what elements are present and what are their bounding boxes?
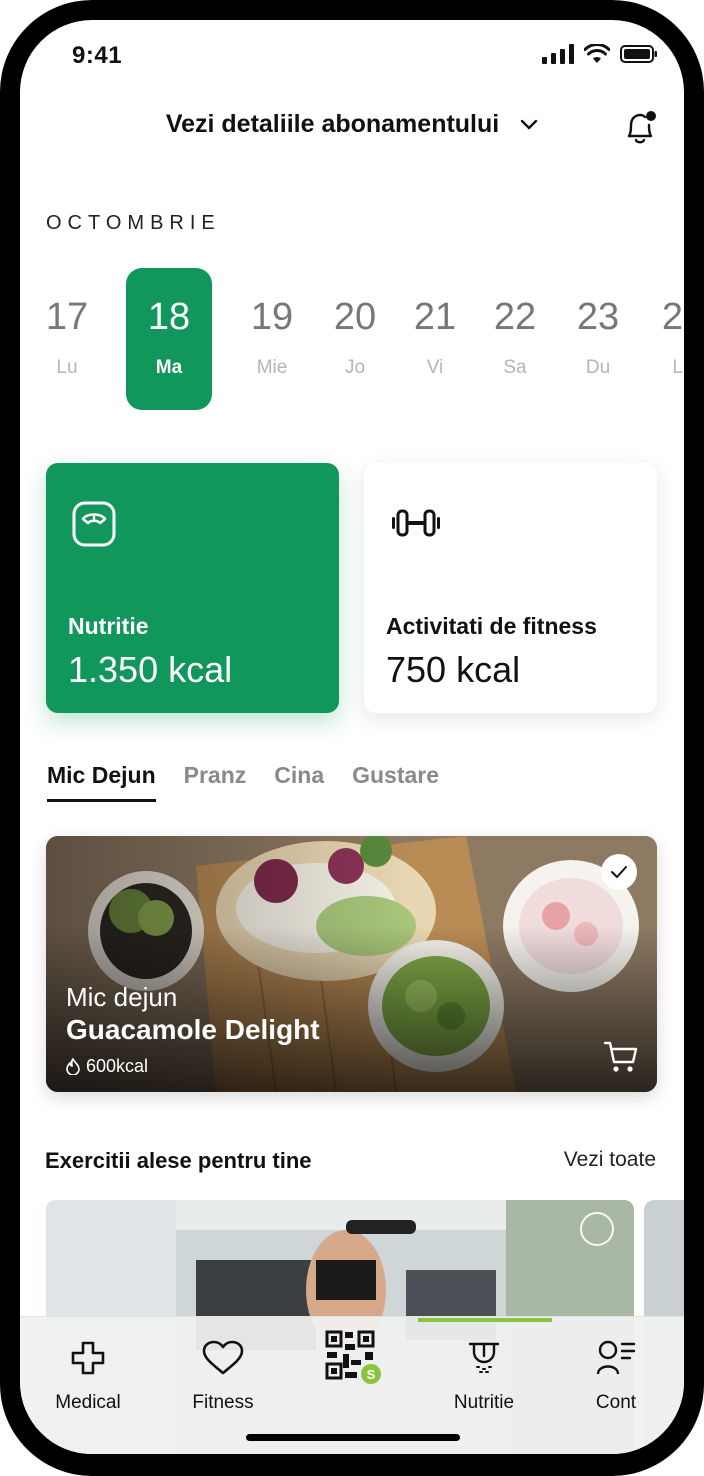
day-number: 19	[250, 296, 294, 338]
day-label: Sa	[503, 357, 527, 378]
day-label: Lu	[672, 357, 684, 378]
day-label: Du	[585, 357, 611, 378]
day-number: 20	[333, 296, 377, 338]
fitness-kcal: 750 kcal	[386, 649, 521, 690]
nav-cont[interactable]: Cont	[556, 1338, 676, 1414]
day-number: 18	[147, 296, 191, 338]
status-icons	[542, 44, 658, 64]
scale-icon	[72, 501, 116, 547]
home-indicator[interactable]	[246, 1434, 460, 1441]
medical-cross-icon	[71, 1341, 105, 1375]
day-label: Jo	[344, 357, 366, 378]
day-22[interactable]: 22 Sa	[472, 268, 558, 410]
header-title: Vezi detaliile abonamentului	[165, 110, 500, 138]
meal-calories: 600kcal	[66, 1056, 148, 1077]
app-screen: 9:41 Vezi detaliile abonamentului OCTOMB…	[20, 20, 684, 1454]
day-23[interactable]: 23 Du	[555, 268, 641, 410]
meal-done-checkmark[interactable]	[601, 854, 637, 890]
shopping-cart-icon[interactable]	[603, 1040, 639, 1074]
chevron-down-icon	[520, 120, 538, 130]
meal-photo	[46, 836, 657, 1092]
day-20[interactable]: 20 Jo	[312, 268, 398, 410]
day-18-selected[interactable]: 18 Ma	[126, 268, 212, 410]
day-number: 22	[493, 296, 537, 338]
nav-label: Cont	[595, 1392, 637, 1413]
notification-bell-icon[interactable]	[622, 108, 658, 146]
meal-subtitle: Mic dejun	[66, 982, 178, 1012]
nav-label: Medical	[55, 1392, 121, 1413]
account-icon	[596, 1340, 636, 1375]
day-24[interactable]: 24 Lu	[640, 268, 684, 410]
nav-qr-scan[interactable]: S	[292, 1330, 412, 1384]
tab-mic-dejun[interactable]: Mic Dejun	[47, 762, 156, 802]
tab-pranz[interactable]: Pranz	[184, 762, 247, 802]
meal-tabs: Mic Dejun Pranz Cina Gustare	[47, 762, 439, 802]
tab-cina[interactable]: Cina	[274, 762, 324, 802]
wifi-icon	[584, 44, 610, 63]
nav-fitness[interactable]: Fitness	[163, 1338, 283, 1414]
food-dome-icon	[468, 1342, 500, 1373]
exercises-heading: Exercitii alese pentru tine	[45, 1148, 312, 1173]
meal-title: Guacamole Delight	[66, 1014, 320, 1045]
day-19[interactable]: 19 Mie	[229, 268, 315, 410]
nav-label: Fitness	[192, 1392, 254, 1413]
nutrition-summary-card[interactable]: Nutritie 1.350 kcal	[46, 463, 339, 713]
dumbbell-icon	[392, 509, 440, 537]
day-number: 23	[576, 296, 620, 338]
heart-icon	[202, 1340, 244, 1375]
day-number: 21	[413, 296, 457, 338]
nav-medical[interactable]: Medical	[28, 1338, 148, 1414]
qr-code-icon: S	[325, 1330, 381, 1384]
day-number: 17	[45, 296, 89, 338]
meal-card[interactable]: Mic dejun Guacamole Delight 600kcal	[46, 836, 657, 1092]
fitness-title: Activitati de fitness	[386, 613, 597, 639]
tab-gustare[interactable]: Gustare	[352, 762, 439, 802]
status-time: 9:41	[72, 42, 123, 69]
exercise-select-circle[interactable]	[580, 1212, 614, 1246]
active-tab-indicator	[418, 1318, 552, 1322]
see-all-exercises-link[interactable]: Vezi toate	[564, 1148, 656, 1172]
meal-kcal-value: 600kcal	[86, 1056, 149, 1076]
nutrition-title: Nutritie	[68, 613, 149, 639]
fitness-summary-card[interactable]: Activitati de fitness 750 kcal	[364, 463, 657, 713]
day-label: Lu	[56, 357, 78, 378]
subscription-details-dropdown[interactable]: Vezi detaliile abonamentului	[20, 110, 684, 139]
nutrition-kcal: 1.350 kcal	[68, 649, 233, 690]
day-label: Vi	[426, 357, 444, 378]
nav-label: Nutritie	[453, 1392, 515, 1413]
nav-nutritie[interactable]: Nutritie	[424, 1338, 544, 1414]
month-label: OCTOMBRIE	[46, 212, 221, 234]
qr-badge-letter: S	[367, 1367, 376, 1382]
day-17[interactable]: 17 Lu	[24, 268, 110, 410]
day-21[interactable]: 21 Vi	[392, 268, 478, 410]
day-label: Mie	[256, 357, 288, 378]
check-icon	[611, 866, 627, 878]
day-number: 24	[661, 296, 684, 338]
signal-icon	[542, 44, 574, 64]
flame-icon	[66, 1058, 80, 1075]
battery-icon	[620, 45, 657, 63]
day-label: Ma	[155, 357, 183, 378]
